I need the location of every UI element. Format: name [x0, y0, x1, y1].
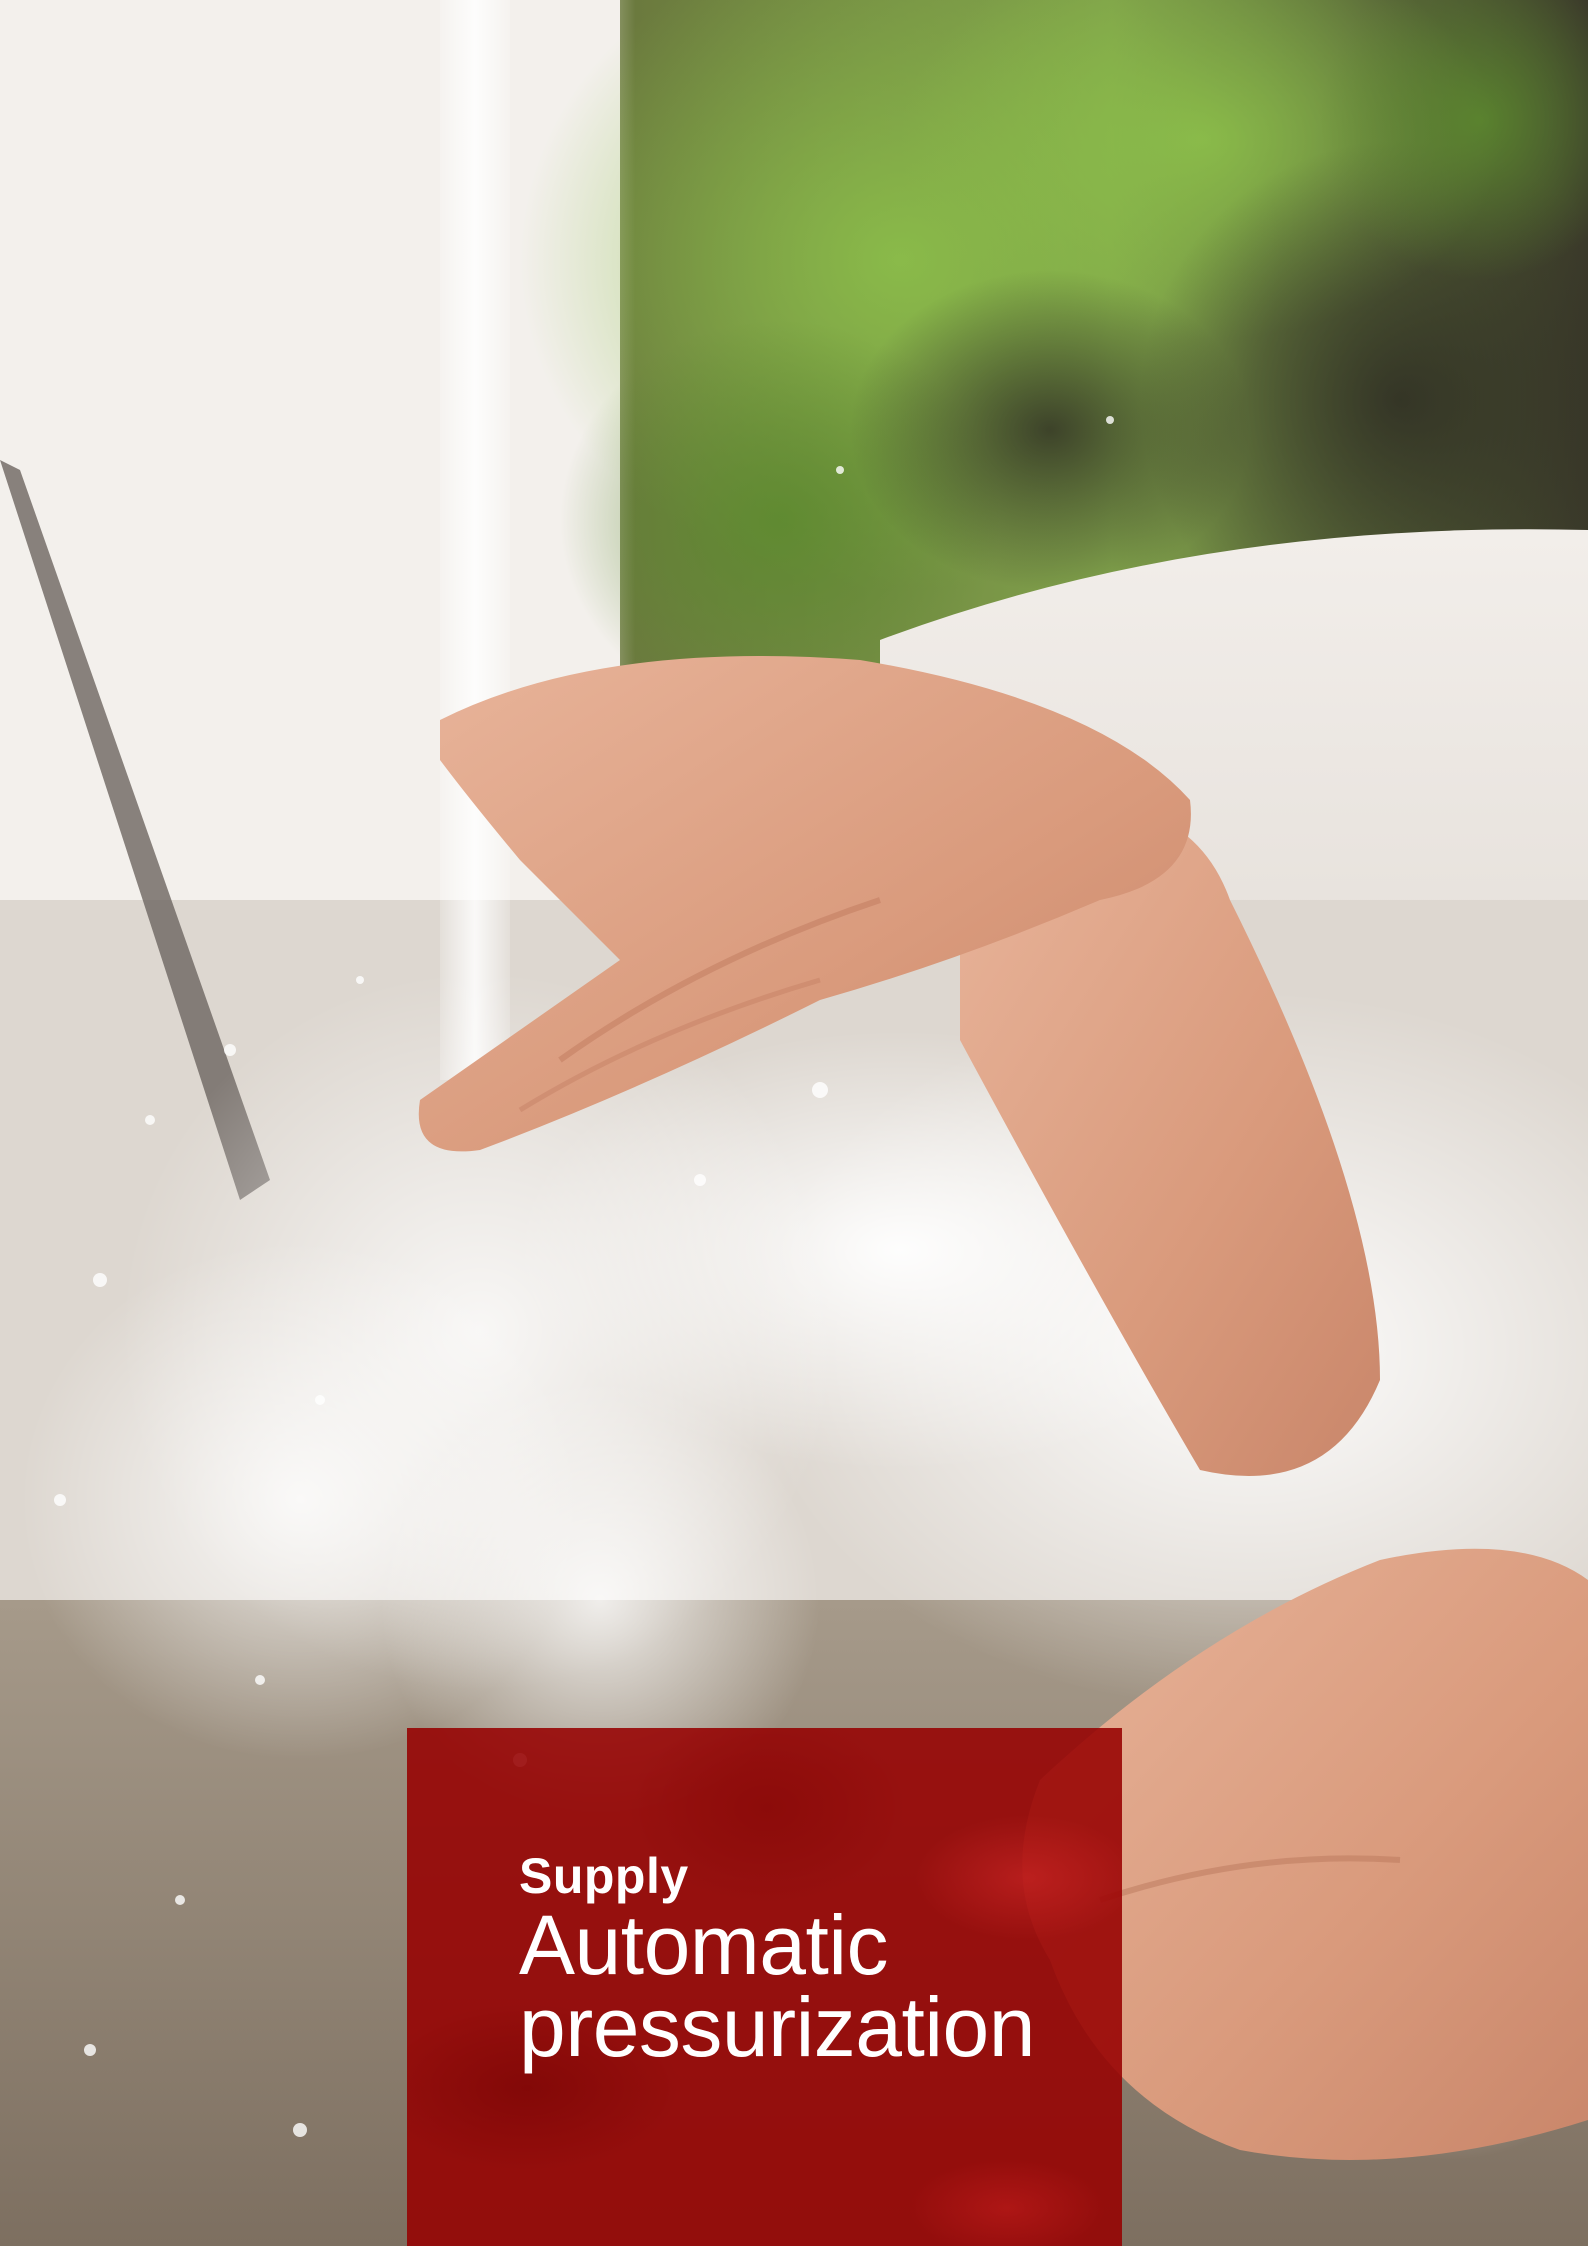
title-line-1: Automatic: [519, 1898, 888, 1992]
title-line-2: pressurization: [519, 1980, 1035, 2074]
panel-text: Supply Automatic pressurization: [519, 1848, 1035, 2074]
title-panel: Supply Automatic pressurization: [407, 1728, 1122, 2246]
section-eyebrow: Supply: [519, 1848, 689, 1904]
